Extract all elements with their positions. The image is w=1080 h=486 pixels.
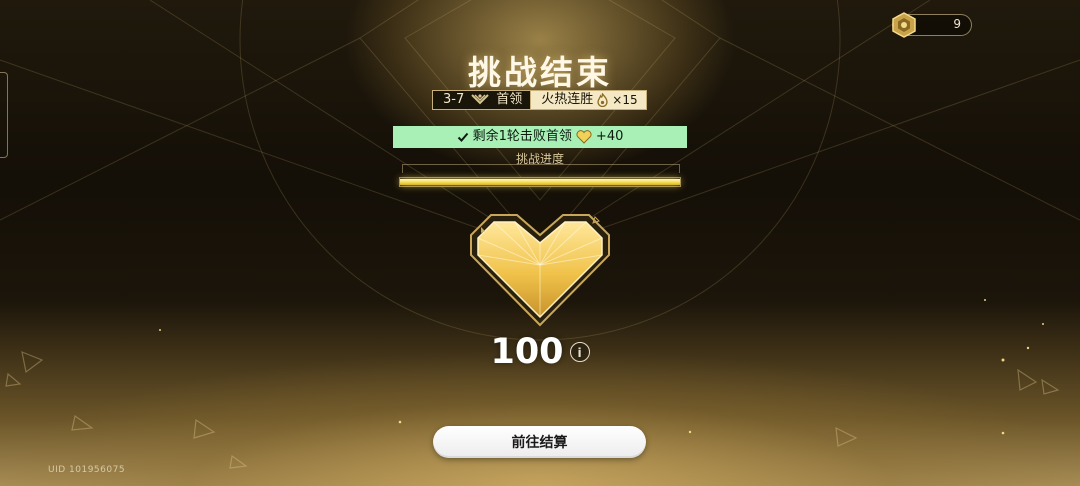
objective-banner: 剩余1轮击败首领 +40 (393, 126, 687, 148)
currency-counter: 9 (892, 12, 972, 38)
win-streak-badge: 火热连胜 ×15 (531, 90, 647, 110)
gold-heart-icon (470, 214, 610, 327)
score-value: 100 (490, 332, 564, 372)
challenge-progress-bar (399, 177, 681, 187)
stage-info-row: 3-7 首领 火热连胜 ×15 (432, 90, 647, 110)
heart-icon (576, 130, 592, 144)
streak-multiplier: ×15 (612, 93, 638, 107)
check-icon (457, 132, 468, 142)
progress-bracket (402, 164, 680, 173)
rank-chevron-icon (471, 94, 489, 105)
progress-fill (400, 179, 680, 185)
score-display: 100 i (0, 332, 1080, 372)
page-title: 挑战结束 (468, 53, 612, 92)
stage-number: 3-7 (443, 92, 465, 107)
flame-icon (597, 93, 608, 107)
stage-info: 3-7 首领 (432, 90, 532, 110)
medal-coin-icon (892, 12, 916, 38)
go-to-settlement-button[interactable]: 前往结算 (433, 426, 646, 458)
objective-text: 剩余1轮击败首领 (472, 129, 572, 144)
objective-reward: +40 (595, 129, 624, 144)
boss-label: 首领 (496, 92, 523, 107)
user-id: UID 101956075 (48, 465, 126, 475)
info-icon[interactable]: i (569, 342, 590, 362)
streak-label: 火热连胜 (541, 92, 594, 107)
currency-value: 9 (953, 17, 961, 31)
